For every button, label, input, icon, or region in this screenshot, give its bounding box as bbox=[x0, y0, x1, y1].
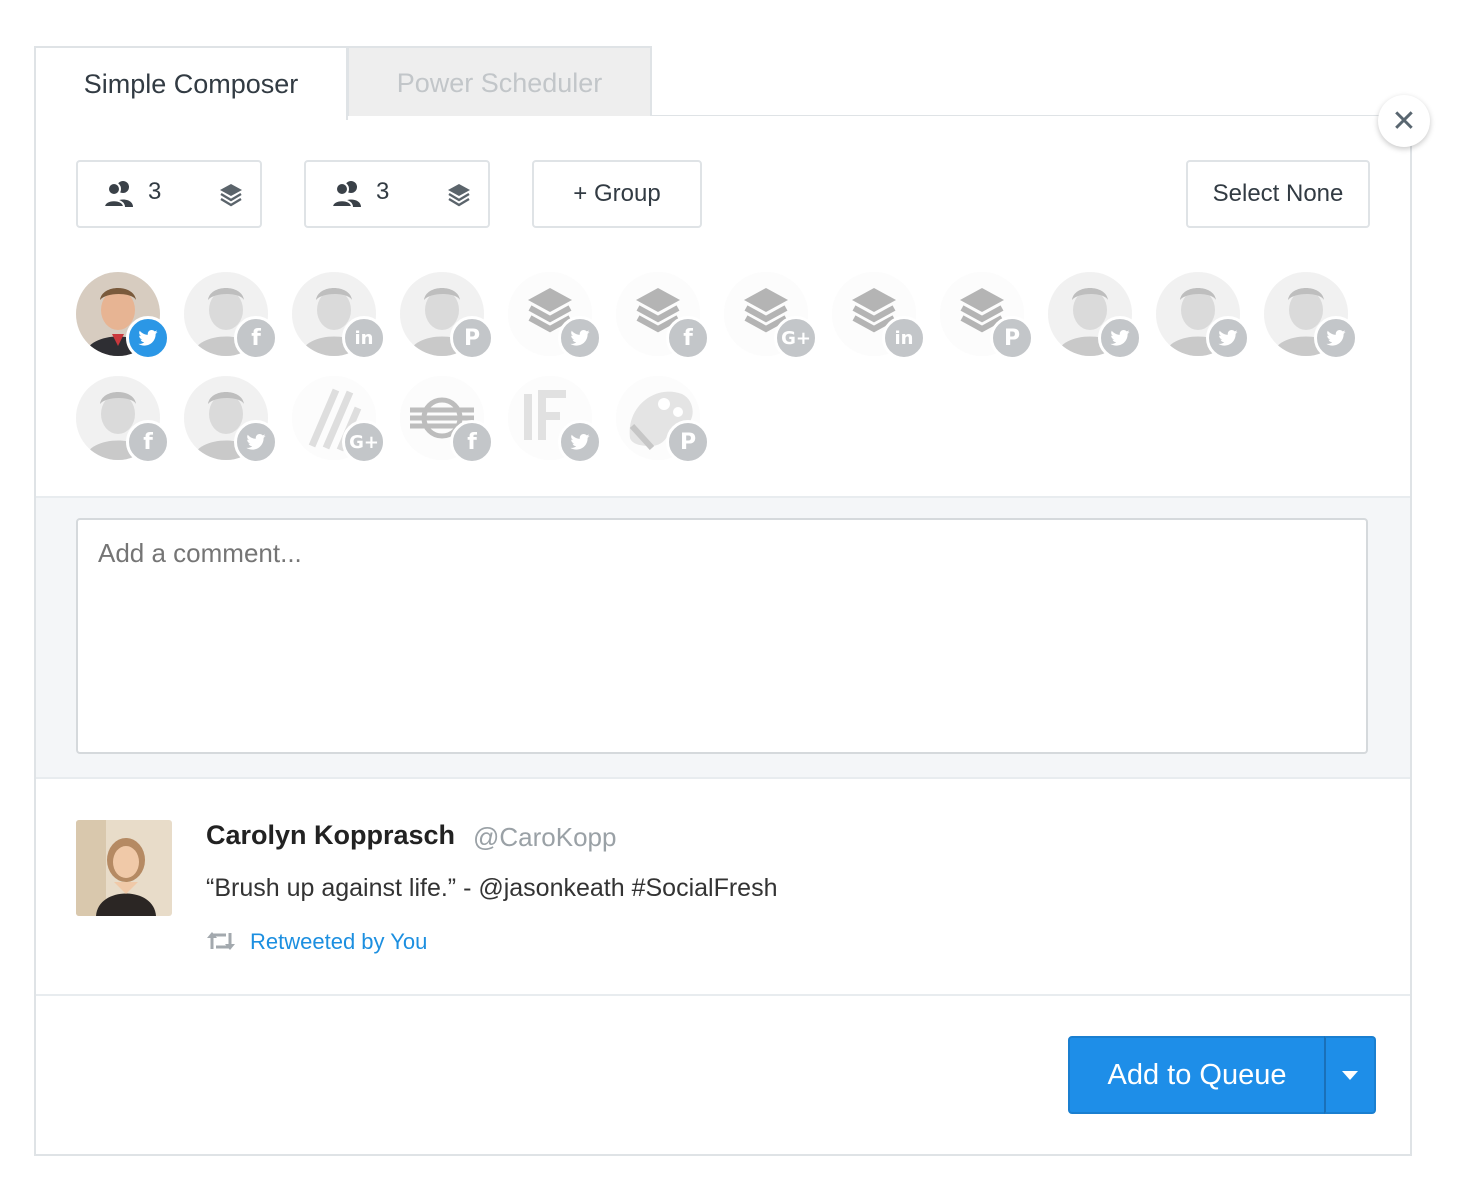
select-none-button[interactable]: Select None bbox=[1186, 160, 1370, 228]
profile-avatar[interactable]: f bbox=[400, 376, 494, 464]
facebook-icon: f bbox=[450, 420, 494, 464]
profile-avatar[interactable]: P bbox=[616, 376, 710, 464]
add-group-label: + Group bbox=[573, 180, 661, 207]
twitter-icon bbox=[1098, 316, 1142, 360]
facebook-icon: f bbox=[666, 316, 710, 360]
linkedin-icon: in bbox=[882, 316, 926, 360]
facebook-icon: f bbox=[126, 420, 170, 464]
tweet-text: “Brush up against life.” - @jasonkeath #… bbox=[206, 874, 778, 902]
layers-icon bbox=[448, 184, 470, 207]
tweet-author-handle[interactable]: @CaroKopp bbox=[473, 822, 616, 853]
pinterest-icon: P bbox=[990, 316, 1034, 360]
profile-avatar[interactable]: f bbox=[184, 272, 278, 360]
retweet-icon bbox=[207, 932, 235, 950]
profile-avatar[interactable] bbox=[76, 272, 170, 360]
add-group-button[interactable]: + Group bbox=[532, 160, 702, 228]
comment-input[interactable] bbox=[76, 518, 1368, 754]
people-icon bbox=[104, 181, 133, 208]
pinterest-icon: P bbox=[450, 316, 494, 360]
profile-avatar[interactable]: P bbox=[940, 272, 1034, 360]
twitter-icon bbox=[126, 316, 170, 360]
people-icon bbox=[332, 181, 361, 208]
profile-avatar[interactable] bbox=[1048, 272, 1142, 360]
add-to-queue-button[interactable]: Add to Queue bbox=[1068, 1036, 1326, 1114]
profile-group-button-1[interactable]: 3 bbox=[76, 160, 262, 228]
avatar bbox=[76, 820, 172, 916]
profile-avatar[interactable]: in bbox=[292, 272, 386, 360]
add-to-queue-label: Add to Queue bbox=[1107, 1058, 1287, 1091]
retweeted-by-link[interactable]: Retweeted by You bbox=[250, 929, 427, 955]
group-count: 3 bbox=[148, 178, 162, 205]
linkedin-icon: in bbox=[342, 316, 386, 360]
layers-icon bbox=[220, 184, 242, 207]
profile-avatar[interactable]: f bbox=[616, 272, 710, 360]
close-icon[interactable]: ✕ bbox=[1378, 95, 1430, 147]
google-plus-icon: G+ bbox=[774, 316, 818, 360]
profile-avatar[interactable] bbox=[184, 376, 278, 464]
twitter-icon bbox=[1206, 316, 1250, 360]
select-none-label: Select None bbox=[1212, 180, 1344, 207]
group-count: 3 bbox=[376, 178, 390, 205]
profile-avatar[interactable] bbox=[1264, 272, 1358, 360]
pinterest-icon: P bbox=[666, 420, 710, 464]
profile-avatar[interactable]: P bbox=[400, 272, 494, 360]
twitter-icon bbox=[558, 420, 602, 464]
tweet-author-name[interactable]: Carolyn Kopprasch bbox=[206, 820, 455, 851]
twitter-icon bbox=[234, 420, 278, 464]
divider bbox=[36, 994, 1410, 996]
profile-avatar[interactable]: G+ bbox=[292, 376, 386, 464]
queue-options-dropdown[interactable] bbox=[1324, 1036, 1376, 1114]
twitter-icon bbox=[558, 316, 602, 360]
profile-group-button-2[interactable]: 3 bbox=[304, 160, 490, 228]
profile-avatar[interactable] bbox=[1156, 272, 1250, 360]
google-plus-icon: G+ bbox=[342, 420, 386, 464]
profile-avatar[interactable]: G+ bbox=[724, 272, 818, 360]
profile-avatar[interactable] bbox=[508, 272, 602, 360]
chevron-down-icon bbox=[1342, 1070, 1358, 1080]
tab-power-scheduler[interactable]: Power Scheduler bbox=[347, 46, 652, 118]
twitter-icon bbox=[1314, 316, 1358, 360]
facebook-icon: f bbox=[234, 316, 278, 360]
profile-avatar[interactable]: in bbox=[832, 272, 926, 360]
profile-avatar[interactable]: f bbox=[76, 376, 170, 464]
profile-avatar[interactable] bbox=[508, 376, 602, 464]
tab-simple-composer[interactable]: Simple Composer bbox=[34, 46, 348, 120]
